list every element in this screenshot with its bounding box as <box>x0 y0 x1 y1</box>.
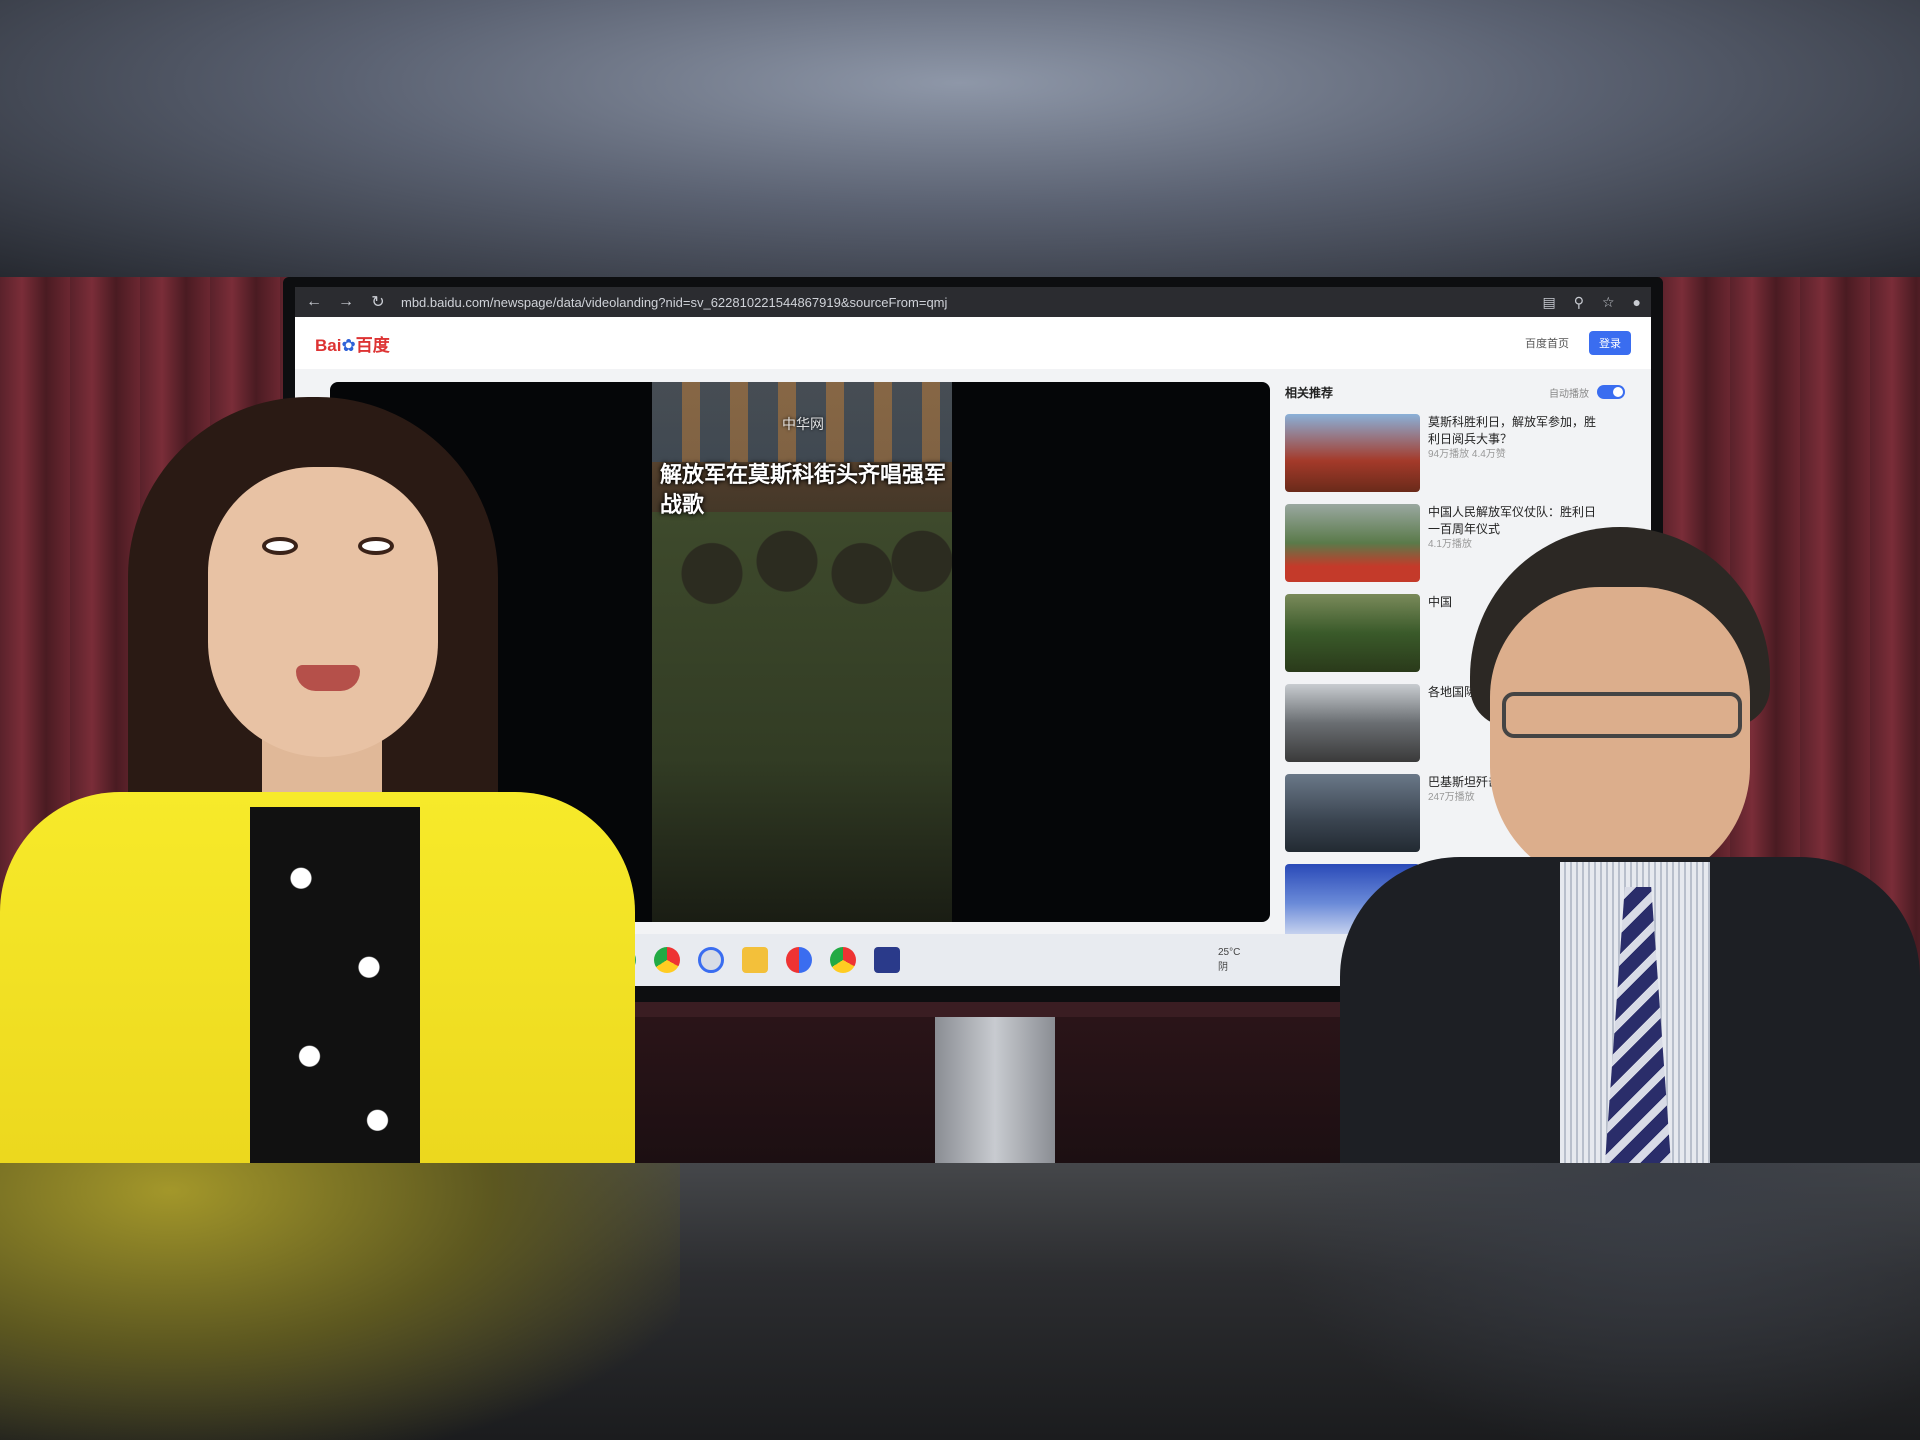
chrome-icon[interactable] <box>654 947 680 973</box>
blurred-bottom-band <box>0 1163 1920 1440</box>
video-frame: 中华网 解放军在莫斯科街头齐唱强军战歌 <box>652 382 952 922</box>
weather-condition: 阴 <box>1218 962 1228 973</box>
home-link[interactable]: 百度首页 <box>1525 335 1569 351</box>
back-icon[interactable]: ← <box>305 293 323 311</box>
address-bar[interactable]: mbd.baidu.com/newspage/data/videolanding… <box>401 295 1528 310</box>
monitor-stand <box>935 1017 1055 1163</box>
search-icon[interactable]: ⚲ <box>1574 294 1584 311</box>
search-app-icon[interactable] <box>698 947 724 973</box>
anchor-eye <box>262 537 298 555</box>
video-caption: 解放军在莫斯科街头齐唱强军战歌 <box>660 462 947 518</box>
list-item[interactable]: 莫斯科胜利日，解放军参加，胜利日阅兵大事？ 94万播放 4.4万赞 <box>1285 414 1625 492</box>
list-item-title: 莫斯科胜利日，解放军参加，胜利日阅兵大事？ <box>1428 415 1597 446</box>
header-actions: 百度首页 登录 <box>1525 331 1631 355</box>
chrome-icon[interactable] <box>786 947 812 973</box>
anchor-mouth <box>296 665 360 691</box>
baidu-header: Bai✿百度 百度首页 登录 <box>295 317 1651 369</box>
sidebar-header: 相关推荐 自动播放 <box>1285 382 1625 402</box>
guest-commentator <box>1340 527 1920 1163</box>
blurred-top-band <box>0 0 1920 277</box>
sidebar-title: 相关推荐 <box>1285 385 1334 400</box>
paw-icon: ✿ <box>341 335 356 355</box>
video-thumbnail <box>1285 414 1420 492</box>
weather-widget[interactable]: 25°C 阴 <box>1218 947 1240 973</box>
browser-toolbar: ← → ↻ mbd.baidu.com/newspage/data/videol… <box>295 287 1651 317</box>
login-button[interactable]: 登录 <box>1589 331 1631 355</box>
anchor-eye <box>358 537 394 555</box>
browser-actions: ▤ ⚲ ☆ ● <box>1542 294 1641 311</box>
autoplay-toggle[interactable] <box>1597 385 1625 399</box>
star-icon[interactable]: ☆ <box>1602 294 1615 311</box>
baidu-logo[interactable]: Bai✿百度 <box>315 331 390 356</box>
temperature: 25°C <box>1218 947 1241 958</box>
anchor-face <box>208 467 438 757</box>
glasses <box>1502 692 1742 738</box>
list-item-meta: 94万播放 4.4万赞 <box>1428 449 1506 460</box>
video-watermark: 中华网 <box>782 416 824 432</box>
news-anchor <box>0 397 640 1163</box>
blur-dark <box>1280 1163 1920 1440</box>
studio-scene: ← → ↻ mbd.baidu.com/newspage/data/videol… <box>0 277 1920 1163</box>
forward-icon[interactable]: → <box>337 293 355 311</box>
chrome-icon[interactable] <box>830 947 856 973</box>
patterned-blouse <box>250 807 420 1163</box>
folder-icon[interactable] <box>742 947 768 973</box>
profile-icon[interactable]: ● <box>1633 294 1641 311</box>
blur-yellow <box>0 1163 680 1440</box>
reload-icon[interactable]: ↻ <box>369 292 387 312</box>
translate-icon[interactable]: ▤ <box>1542 294 1555 311</box>
app-icon[interactable] <box>874 947 900 973</box>
soldiers-scene <box>652 512 952 922</box>
autoplay-label: 自动播放 <box>1549 388 1589 400</box>
